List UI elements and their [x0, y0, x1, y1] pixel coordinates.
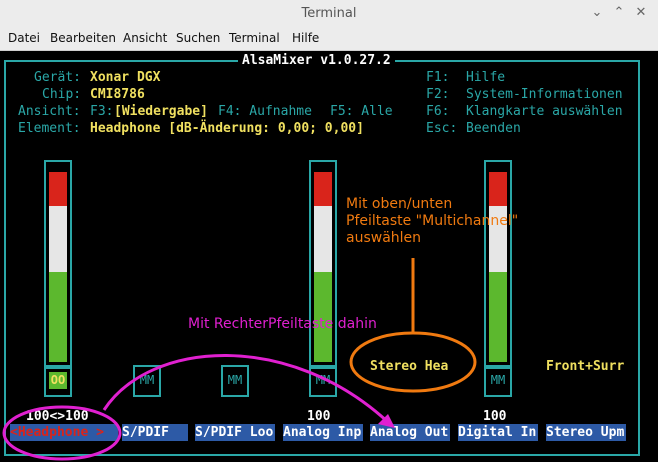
annotation-magenta: Mit RechterPfeiltaste dahin [188, 316, 377, 332]
annotation-orange-line3: auswählen [346, 230, 422, 246]
annotation-orange-line2: Pfeiltaste "Multichannel" [346, 213, 519, 229]
orange-highlight-ellipse [349, 331, 477, 393]
annotation-orange-line1: Mit oben/unten [346, 196, 453, 212]
annotation-overlay [2, 258, 477, 461]
magenta-arrow-path [102, 354, 392, 426]
magenta-highlight-ellipse [2, 405, 122, 461]
